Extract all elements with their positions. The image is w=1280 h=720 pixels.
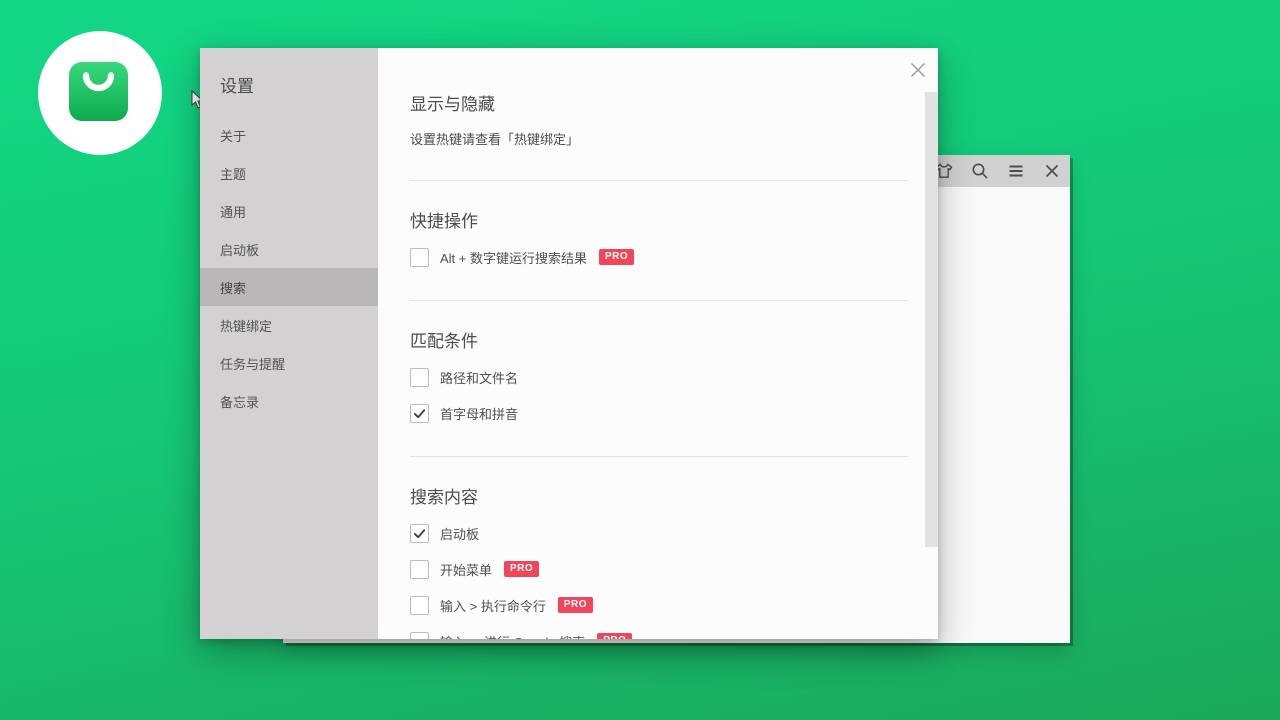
checkbox-label: 输入 > 执行命令行 [440, 596, 546, 615]
bag-handle-icon [69, 62, 128, 121]
section-heading: 搜索内容 [410, 483, 908, 508]
checkbox-checked[interactable] [410, 524, 429, 543]
checkbox-row: 首字母和拼音 [410, 403, 908, 423]
checkbox-row: 路径和文件名 [410, 367, 908, 387]
checkbox-row: 输入 :g 进行 Google 搜索 PRO [410, 631, 908, 639]
check-icon [413, 407, 426, 420]
checkbox-label: 开始菜单 [440, 560, 492, 579]
pro-badge: PRO [599, 249, 634, 265]
checkbox-checked[interactable] [410, 404, 429, 423]
sidebar-item[interactable]: 关于 [200, 116, 378, 154]
checkbox-unchecked[interactable] [410, 248, 429, 267]
dialog-title: 设置 [220, 72, 378, 97]
pro-badge: PRO [504, 561, 539, 577]
search-icon[interactable] [962, 155, 998, 187]
checkbox-label: 输入 :g 进行 Google 搜索 [440, 632, 585, 640]
sidebar-item[interactable]: 通用 [200, 192, 378, 230]
section-note: 设置热键请查看「热键绑定」 [410, 129, 908, 148]
sidebar-item[interactable]: 主题 [200, 154, 378, 192]
settings-content: 显示与隐藏设置热键请查看「热键绑定」快捷操作 Alt + 数字键运行搜索结果 PRO… [378, 48, 938, 639]
section-heading: 显示与隐藏 [410, 90, 908, 115]
checkbox-row: 开始菜单 PRO [410, 559, 908, 579]
close-button[interactable] [909, 61, 927, 79]
checkbox-unchecked[interactable] [410, 596, 429, 615]
section-heading: 匹配条件 [410, 327, 908, 352]
close-icon[interactable] [1034, 155, 1070, 187]
section-divider [410, 300, 908, 301]
section-divider [410, 180, 908, 181]
menu-icon[interactable] [998, 155, 1034, 187]
pro-badge: PRO [558, 597, 593, 613]
checkbox-row: Alt + 数字键运行搜索结果 PRO [410, 247, 908, 267]
sidebar-list: 关于主题通用启动板搜索热键绑定任务与提醒备忘录 [200, 116, 378, 420]
pro-badge: PRO [597, 633, 632, 639]
sidebar-item[interactable]: 热键绑定 [200, 306, 378, 344]
sidebar-item[interactable]: 任务与提醒 [200, 344, 378, 382]
section-heading: 快捷操作 [410, 207, 908, 232]
app-logo [38, 31, 162, 155]
checkbox-row: 启动板 [410, 523, 908, 543]
checkbox-label: 路径和文件名 [440, 368, 518, 387]
checkbox-label: 启动板 [440, 524, 479, 543]
close-icon [910, 62, 926, 78]
checkbox-label: Alt + 数字键运行搜索结果 [440, 248, 587, 267]
section-divider [410, 456, 908, 457]
shopping-bag-icon [69, 62, 128, 121]
checkbox-unchecked[interactable] [410, 560, 429, 579]
checkbox-unchecked[interactable] [410, 368, 429, 387]
checkbox-label: 首字母和拼音 [440, 404, 518, 423]
settings-sections: 显示与隐藏设置热键请查看「热键绑定」快捷操作 Alt + 数字键运行搜索结果 PRO… [378, 48, 938, 639]
checkbox-unchecked[interactable] [410, 632, 429, 640]
sidebar-item[interactable]: 搜索 [200, 268, 378, 306]
checkbox-row: 输入 > 执行命令行 PRO [410, 595, 908, 615]
sidebar-item[interactable]: 备忘录 [200, 382, 378, 420]
settings-dialog: 设置 关于主题通用启动板搜索热键绑定任务与提醒备忘录 显示与隐藏设置热键请查看「… [200, 48, 938, 639]
scrollbar-thumb[interactable] [925, 92, 938, 547]
bg-titlebar-icons [926, 155, 1070, 187]
check-icon [413, 527, 426, 540]
settings-sidebar: 设置 关于主题通用启动板搜索热键绑定任务与提醒备忘录 [200, 48, 378, 639]
sidebar-item[interactable]: 启动板 [200, 230, 378, 268]
